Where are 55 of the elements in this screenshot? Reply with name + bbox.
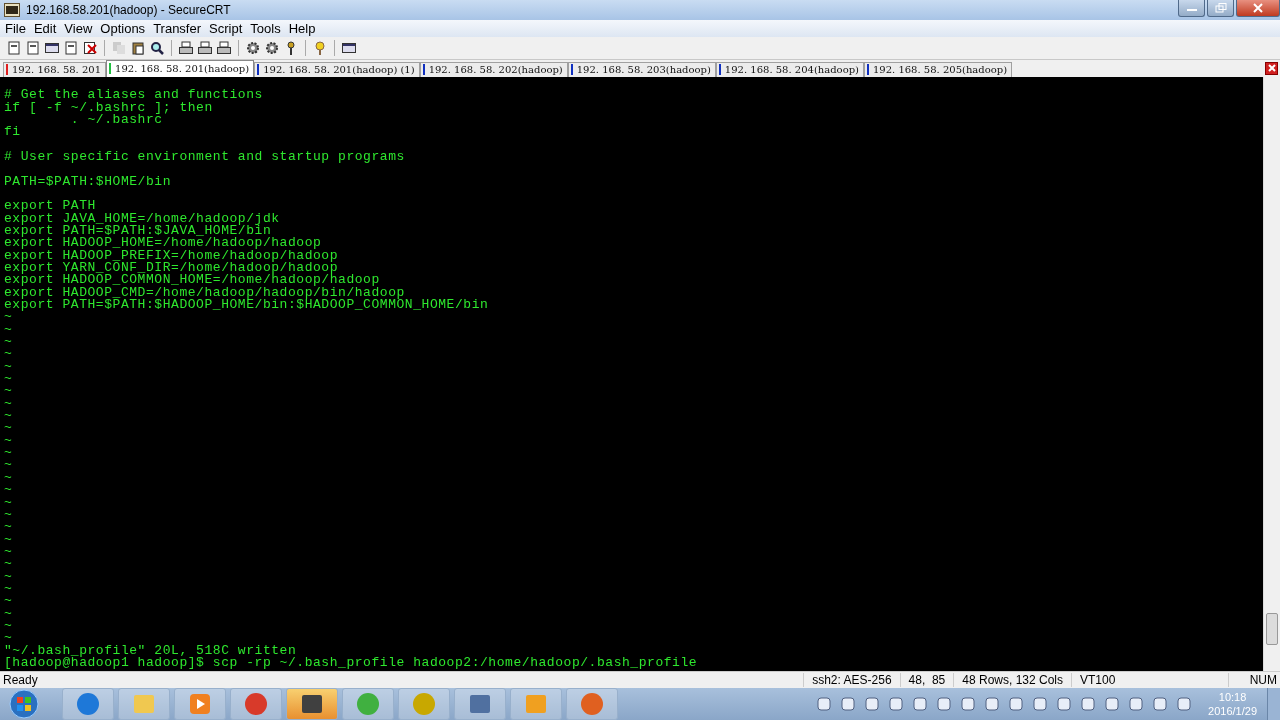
session-tab[interactable]: 192. 168. 58. 201 xyxy=(3,61,107,77)
terminal-line: fi xyxy=(4,124,21,140)
clipboard-icon[interactable] xyxy=(130,39,146,56)
clock-date: 2016/1/29 xyxy=(1208,704,1257,718)
taskbar-button[interactable] xyxy=(286,688,338,720)
document-icon[interactable] xyxy=(6,39,22,56)
printer-icon[interactable] xyxy=(216,39,232,56)
session-tab[interactable]: 192. 168. 58. 205(hadoop) xyxy=(863,61,1013,77)
search-icon[interactable] xyxy=(149,39,165,56)
terminal-line: export HADOOP_HOME=/home/hadoop/hadoop xyxy=(4,235,322,251)
restore-button[interactable] xyxy=(1207,0,1234,17)
status-size: 48 Rows, 132 Cols xyxy=(953,673,1071,687)
menu-item[interactable]: Help xyxy=(284,20,320,36)
menu-item[interactable]: Transfer xyxy=(149,20,206,36)
taskbar-button[interactable] xyxy=(230,688,282,720)
status-num-lock: NUM xyxy=(1228,673,1280,687)
gear-icon[interactable] xyxy=(264,39,280,56)
window-title: 192.168.58.201(hadoop) - SecureCRT xyxy=(26,2,231,17)
status-message: Ready xyxy=(2,673,39,687)
close-icon xyxy=(1266,63,1277,74)
session-tab[interactable]: 192. 168. 58. 202(hadoop) xyxy=(419,61,568,77)
terminal-icon xyxy=(4,2,20,17)
clock-time: 10:18 xyxy=(1218,690,1247,704)
menu-item[interactable]: View xyxy=(60,20,97,36)
round-logo-icon xyxy=(411,691,437,717)
terminal-line: # Get the aliases and functions xyxy=(4,87,263,103)
close-icon xyxy=(1252,3,1264,13)
taskbar-button[interactable] xyxy=(454,688,506,720)
close-tab-button[interactable] xyxy=(1265,61,1278,75)
status-protocol: ssh2: AES-256 xyxy=(803,673,900,687)
menu-item[interactable]: Script xyxy=(205,20,247,36)
status-cursor: 48, 85 xyxy=(899,673,954,687)
gear-icon[interactable] xyxy=(245,39,261,56)
printer-icon[interactable] xyxy=(197,39,213,56)
disconnect-icon[interactable] xyxy=(82,39,98,56)
scrollbar[interactable] xyxy=(1263,76,1280,672)
round-logo-icon xyxy=(243,691,269,717)
minimize-button[interactable] xyxy=(1178,0,1205,17)
menu-item[interactable]: File xyxy=(1,20,30,36)
terminal-line: # User specific environment and startup programs xyxy=(4,148,405,164)
terminal-line: PATH=$PATH:$HOME/bin xyxy=(4,173,172,189)
printer-icon[interactable] xyxy=(178,39,194,56)
session-tab[interactable]: 192. 168. 58. 204(hadoop) xyxy=(715,61,864,77)
document-icon[interactable] xyxy=(25,39,41,56)
media-player-icon xyxy=(187,691,213,717)
session-tab[interactable]: 192. 168. 58. 201(hadoop) (1) xyxy=(254,61,420,77)
menu-item[interactable]: Tools xyxy=(246,20,285,36)
start-button[interactable] xyxy=(8,688,40,720)
close-button[interactable] xyxy=(1236,0,1280,17)
session-tab[interactable]: 192. 168. 58. 203(hadoop) xyxy=(567,61,716,77)
document-icon[interactable] xyxy=(63,39,79,56)
restore-icon xyxy=(1214,3,1227,13)
menu-item[interactable]: Edit xyxy=(29,20,61,36)
menu-item[interactable]: Options xyxy=(96,20,150,36)
status-emulation: VT100 xyxy=(1071,673,1228,687)
